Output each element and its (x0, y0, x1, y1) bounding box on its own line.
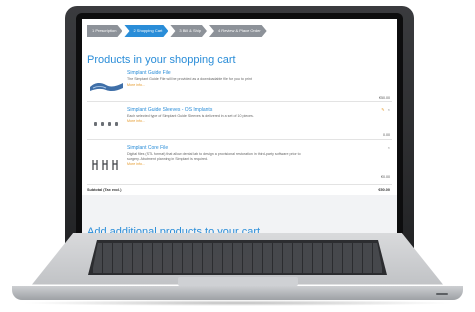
item-price: €50.00 (379, 96, 390, 100)
cart-item: Simplant Guide Sleeves - OS Implants Eac… (87, 107, 392, 143)
item-description: The Simplant Guide File will be provided… (127, 77, 252, 81)
page-title: Products in your shopping cart (87, 54, 236, 66)
item-description-line: surgery. Abutment planning in Simplant i… (127, 156, 209, 161)
subtotal-label: Subtotal (Tax excl.) (87, 188, 122, 192)
item-divider (87, 139, 392, 140)
remove-icon[interactable]: × (388, 107, 390, 112)
subtotal-value: €50.00 (378, 188, 390, 192)
cart-item: Simplant Guide File The Simplant Guide F… (87, 70, 392, 110)
cart-item: Simplant Core File Digital files (STL fo… (87, 145, 392, 185)
laptop-base (12, 286, 463, 300)
item-controls: × (388, 145, 390, 150)
edit-icon[interactable]: ✎ (381, 107, 384, 112)
checkout-steps: 1 Prescription 2 Shopping Cart 3 Bill & … (87, 25, 269, 37)
core-file-icon (92, 160, 118, 170)
more-info-link[interactable]: More info... (127, 162, 145, 166)
item-controls: ✎ × (381, 107, 390, 112)
item-title[interactable]: Simplant Core File (127, 145, 168, 151)
step-bill-ship[interactable]: 3 Bill & Ship (170, 25, 207, 37)
keyboard-keys (92, 243, 383, 273)
step-prescription[interactable]: 1 Prescription (87, 25, 122, 37)
remove-icon[interactable]: × (388, 145, 390, 150)
item-title[interactable]: Simplant Guide Sleeves - OS Implants (127, 107, 212, 113)
laptop-shadow (20, 300, 455, 306)
sleeves-icon (94, 122, 118, 126)
step-review-place-order[interactable]: 4 Review & Place Order (209, 25, 267, 37)
item-description: Each selected type of Simplant Guide Sle… (127, 114, 254, 118)
subtotal-row: Subtotal (Tax excl.) €50.00 (87, 188, 392, 192)
item-price: €0.00 (381, 175, 390, 179)
guide-file-icon (90, 82, 123, 92)
laptop-trackpad (178, 277, 298, 286)
item-title[interactable]: Simplant Guide File (127, 70, 171, 76)
laptop-mockup: 1 Prescription 2 Shopping Cart 3 Bill & … (0, 0, 475, 312)
item-price: 0.00 (383, 133, 390, 137)
laptop-screen: 1 Prescription 2 Shopping Cart 3 Bill & … (82, 19, 397, 237)
more-info-link[interactable]: More info... (127, 119, 145, 123)
more-info-link[interactable]: More info... (127, 83, 145, 87)
step-shopping-cart[interactable]: 2 Shopping Cart (124, 25, 168, 37)
item-divider (87, 184, 392, 185)
laptop-led (436, 293, 448, 295)
item-divider (87, 101, 392, 102)
